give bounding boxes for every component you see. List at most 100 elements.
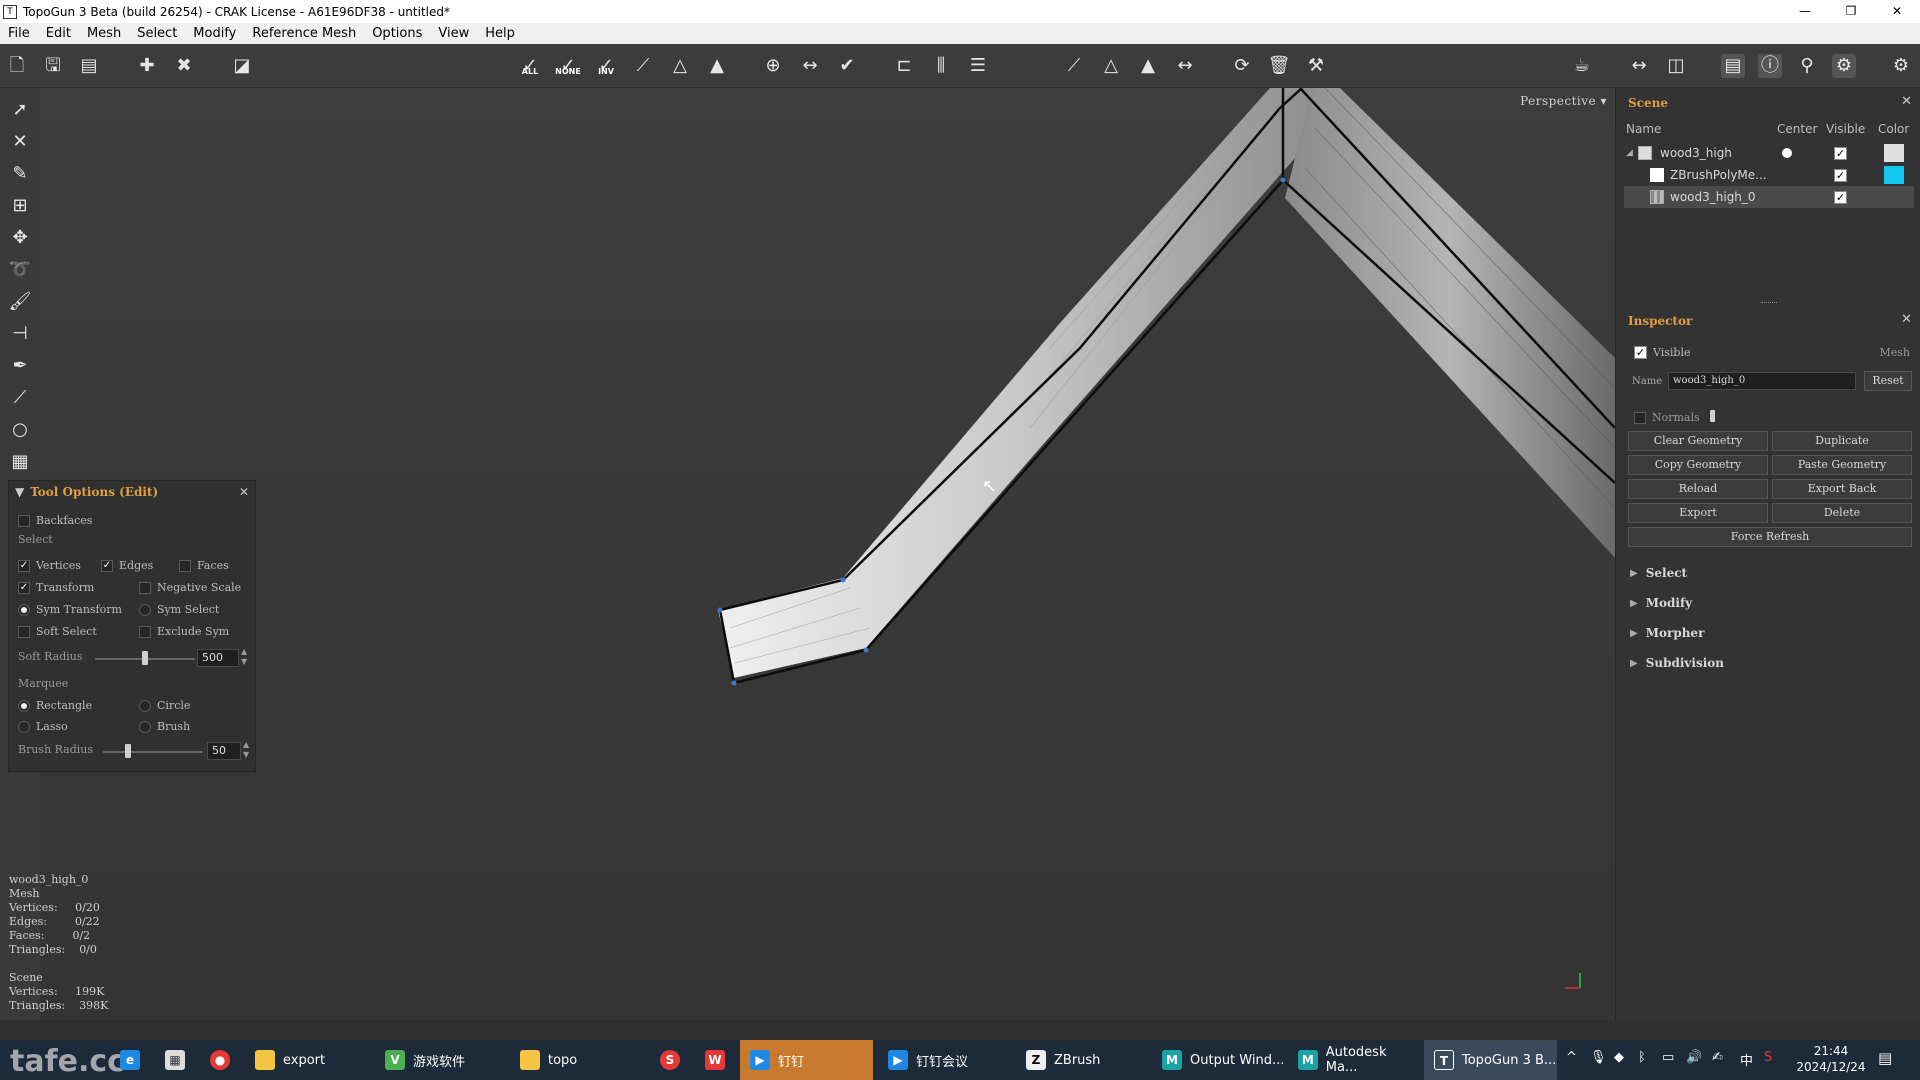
visible-checkbox[interactable]: ✓ [1834,168,1847,182]
select-edges-icon[interactable]: △ [668,54,692,78]
menu-select[interactable]: Select [129,26,185,41]
col-name[interactable]: Name [1626,122,1661,136]
section-morpher[interactable]: ▶ Morpher [1630,626,1704,640]
brush-radius-input[interactable]: 50 [207,742,241,760]
taskbar-dingtalk-meeting[interactable]: ▶ 钉钉会议 [878,1040,1011,1080]
brush-radius-spinner[interactable]: ▲ ▼ [243,740,249,760]
teapot-icon[interactable]: ☕ [1570,54,1594,78]
mouse-icon[interactable]: ◫ [1664,54,1688,78]
taskbar-games[interactable]: V 游戏软件 [375,1040,505,1080]
center-radio[interactable] [1782,148,1792,158]
edge-browser-icon[interactable]: e [110,1040,150,1080]
duplicate-button[interactable]: Duplicate [1772,431,1912,451]
pen-icon[interactable]: ✍ [1712,1050,1723,1065]
tool-options-header[interactable]: ▼ Tool Options (Edit) ✕ [9,481,255,503]
splitter-handle[interactable] [1761,302,1777,303]
normals-checkbox[interactable]: Normals [1634,411,1700,424]
taskbar-topo[interactable]: topo [510,1040,640,1080]
scene-row-wood3-high-0[interactable]: wood3_high_0 ✓ [1624,186,1914,208]
new-file-icon[interactable]: 🗋 [5,54,29,78]
normals-slider-handle[interactable] [1710,410,1715,422]
trash-icon[interactable]: 🗑 [1267,54,1291,78]
edges-checkbox[interactable]: ✓ Edges [101,559,153,572]
brush-radio[interactable]: Brush [139,720,190,733]
select-all-icon[interactable]: ✓ ALL [518,54,542,78]
volume-icon[interactable]: 🔊 [1686,1050,1702,1065]
taskbar-export[interactable]: export [245,1040,370,1080]
inspector-close[interactable]: ✕ [1901,312,1912,327]
scene-row-wood3-high[interactable]: ◢ wood3_high ✓ [1624,142,1914,164]
soft-radius-slider-handle[interactable] [142,651,148,665]
taskbar-autodesk-maya[interactable]: M Autodesk Ma... [1288,1040,1421,1080]
tool-options-close[interactable]: ✕ [239,485,249,499]
col-color[interactable]: Color [1878,122,1909,136]
info-icon[interactable]: ⓘ [1758,54,1782,78]
select-faces-icon[interactable]: ▲ [705,54,729,78]
inspector-visible-checkbox[interactable]: ✓ Visible [1634,346,1691,359]
symmetry-icon[interactable]: ↔ [1627,54,1651,78]
brush-tool-icon[interactable]: 🖌 [8,290,32,314]
inspector-name-input[interactable]: wood3_high_0 [1668,372,1856,390]
rectangle-radio[interactable]: Rectangle [18,699,92,712]
faces-checkbox[interactable]: Faces [179,559,229,572]
color-swatch[interactable] [1884,166,1904,184]
distribute-icon[interactable]: ☰ [966,54,990,78]
delete-button[interactable]: Delete [1772,503,1912,523]
copy-geometry-button[interactable]: Copy Geometry [1628,455,1768,475]
taskbar-dingtalk[interactable]: ▶ 钉钉 [740,1040,873,1080]
spread-icon[interactable]: ↔ [1173,54,1197,78]
maximize-button[interactable]: ❐ [1828,0,1874,23]
loop-tool-icon[interactable]: ➰ [8,258,32,282]
menu-options[interactable]: Options [364,26,430,41]
section-subdivision[interactable]: ▶ Subdivision [1630,656,1724,670]
scene-panel-icon[interactable]: ▤ [1721,54,1745,78]
sym-transform-radio[interactable]: Sym Transform [18,603,122,616]
draw-tool-icon[interactable]: ✎ [8,162,32,186]
backfaces-checkbox[interactable]: Backfaces [18,514,92,527]
clock[interactable]: 21:44 2024/12/24 [1796,1043,1866,1075]
menu-help[interactable]: Help [477,26,523,41]
bluetooth-icon[interactable]: ᛒ [1638,1050,1646,1065]
menu-reference-mesh[interactable]: Reference Mesh [244,26,364,41]
tools-icon[interactable]: ⚒ [1304,54,1328,78]
tray-chevron-icon[interactable]: ^ [1566,1050,1577,1065]
microphone-icon[interactable]: 🎙 [1590,1050,1607,1065]
section-select[interactable]: ▶ Select [1630,566,1687,580]
reset-button[interactable]: Reset [1864,371,1912,391]
visible-checkbox[interactable]: ✓ [1834,190,1847,204]
select-none-icon[interactable]: ✓ NONE [555,54,581,78]
scene-row-zbrushpolymesh[interactable]: ZBrushPolyMe... ✓ [1624,164,1914,186]
export-button[interactable]: Export [1628,503,1768,523]
taskbar-output-window[interactable]: M Output Wind... [1152,1040,1285,1080]
brush-radius-slider-handle[interactable] [125,744,131,758]
minimize-button[interactable]: — [1782,0,1828,23]
loop-selection-icon[interactable]: ↔ [798,54,822,78]
align-icon[interactable]: ⫼ [929,54,953,78]
sogou-icon[interactable]: S [650,1040,690,1080]
clear-geometry-button[interactable]: Clear Geometry [1628,431,1768,451]
add-icon[interactable]: ✚ [135,54,159,78]
brush-radius-slider[interactable] [103,751,203,753]
sogou-tray-icon[interactable]: S [1764,1050,1772,1065]
scene-panel-close[interactable]: ✕ [1901,94,1912,109]
force-refresh-button[interactable]: Force Refresh [1628,527,1912,547]
lasso-radio[interactable]: Lasso [18,720,68,733]
save-icon[interactable]: 🖫 [41,54,65,78]
col-center[interactable]: Center [1777,122,1817,136]
close-button[interactable]: ✕ [1874,0,1920,23]
export-back-button[interactable]: Export Back [1772,479,1912,499]
sym-select-radio[interactable]: Sym Select [139,603,219,616]
menu-file[interactable]: File [0,26,38,41]
select-vertices-icon[interactable]: ⟋ [631,54,655,78]
move-tool-icon[interactable]: ✥ [8,226,32,250]
mirror-icon[interactable]: ⊏ [892,54,916,78]
relax-edges-icon[interactable]: △ [1099,54,1123,78]
ring-selection-icon[interactable]: ✔ [835,54,859,78]
bridge-tool-icon[interactable]: ✕ [8,130,32,154]
delete-icon[interactable]: ✖ [172,54,196,78]
vertices-checkbox[interactable]: ✓ Vertices [18,559,81,572]
select-invert-icon[interactable]: ✓ INV [594,54,618,78]
col-visible[interactable]: Visible [1826,122,1865,136]
security-icon[interactable]: ◆ [1614,1050,1624,1065]
create-tool-icon[interactable]: ⊞ [8,194,32,218]
